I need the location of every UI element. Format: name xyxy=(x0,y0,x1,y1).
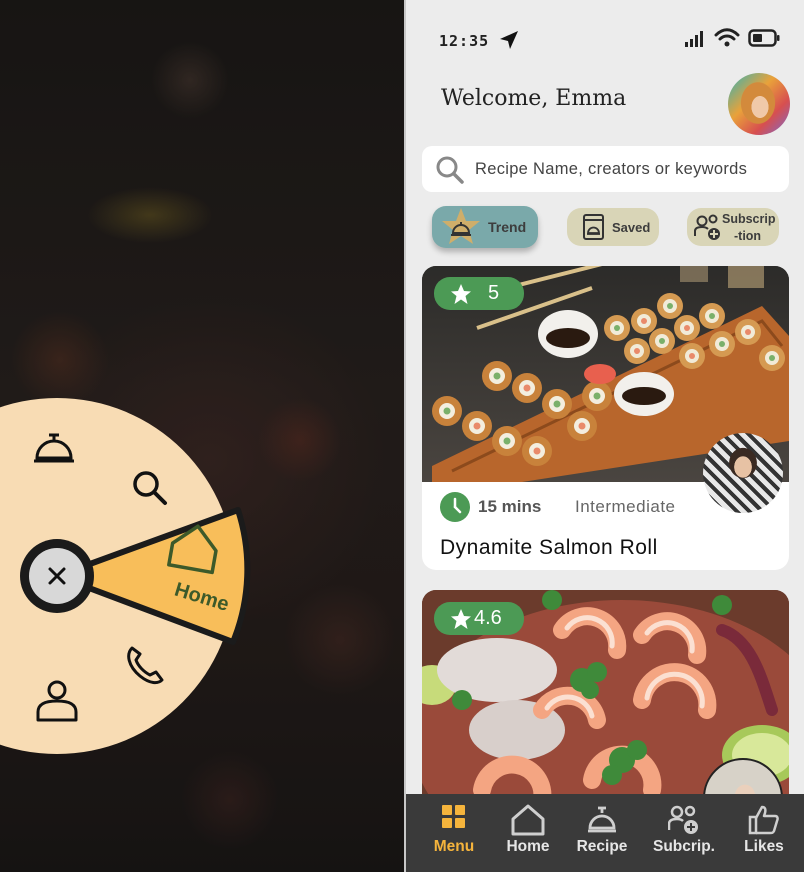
nav-likes[interactable]: Likes xyxy=(726,794,802,872)
phone-screen: 12:35 Welcome, Emma Recipe Name, creator… xyxy=(406,0,804,872)
saved-book-icon xyxy=(583,214,604,240)
trend-label: Trend xyxy=(488,219,527,235)
bottom-nav: Menu Home Recipe Subcrip. Likes xyxy=(406,794,804,872)
welcome-text: Welcome, Emma xyxy=(441,86,627,111)
thumbs-up-icon xyxy=(748,805,779,835)
rating-value: 5 xyxy=(488,282,500,304)
trend-star-cloche-icon xyxy=(442,208,480,244)
status-bar: 12:35 xyxy=(406,26,804,56)
home-icon xyxy=(511,804,545,836)
nav-subscription-label: Subcrip. xyxy=(652,838,715,855)
search-placeholder: Recipe Name, creators or keywords xyxy=(475,160,748,178)
status-time: 12:35 xyxy=(439,32,490,50)
recipe-duration: 15 mins xyxy=(478,497,542,516)
nav-menu[interactable]: Menu xyxy=(416,794,492,872)
recipe-card[interactable]: 5 15 mins Intermediate Dynamite Salmon R… xyxy=(422,266,789,570)
nav-recipe-label: Recipe xyxy=(576,838,628,855)
nav-home[interactable]: Home xyxy=(490,794,566,872)
grid-icon xyxy=(442,805,465,828)
chef-avatar[interactable] xyxy=(703,433,783,513)
menu-overlay-panel: Home xyxy=(0,0,404,872)
search-icon xyxy=(436,156,464,184)
rating-badge: 4.6 xyxy=(434,602,524,635)
nav-menu-label: Menu xyxy=(433,838,475,855)
location-arrow-icon xyxy=(500,31,518,49)
rating-value: 4.6 xyxy=(474,607,502,629)
add-user-icon xyxy=(668,805,698,834)
saved-label: Saved xyxy=(612,220,651,235)
battery-icon xyxy=(748,29,780,47)
search-bar[interactable]: Recipe Name, creators or keywords xyxy=(422,146,789,192)
subscription-chip[interactable]: Subscrip -tion xyxy=(687,208,779,246)
saved-chip[interactable]: Saved xyxy=(567,208,659,246)
nav-subscription[interactable]: Subcrip. xyxy=(646,794,722,872)
subscription-label-line1: Subscrip xyxy=(722,212,776,226)
cloche-icon xyxy=(588,806,616,833)
nav-home-label: Home xyxy=(506,838,550,855)
user-avatar[interactable] xyxy=(728,73,790,135)
add-user-icon xyxy=(694,214,720,240)
nav-recipe[interactable]: Recipe xyxy=(564,794,640,872)
nav-likes-label: Likes xyxy=(744,838,784,855)
signal-icon xyxy=(685,31,703,47)
trend-chip[interactable]: Trend xyxy=(432,206,538,248)
subscription-label-line2: -tion xyxy=(734,229,762,243)
wifi-icon xyxy=(714,28,740,47)
radial-menu: Home xyxy=(0,398,251,754)
recipe-title: Dynamite Salmon Roll xyxy=(440,536,658,559)
rating-badge: 5 xyxy=(434,277,524,310)
clock-icon xyxy=(440,492,470,522)
star-icon xyxy=(451,609,471,629)
recipe-difficulty: Intermediate xyxy=(575,497,676,516)
star-icon xyxy=(451,284,471,304)
